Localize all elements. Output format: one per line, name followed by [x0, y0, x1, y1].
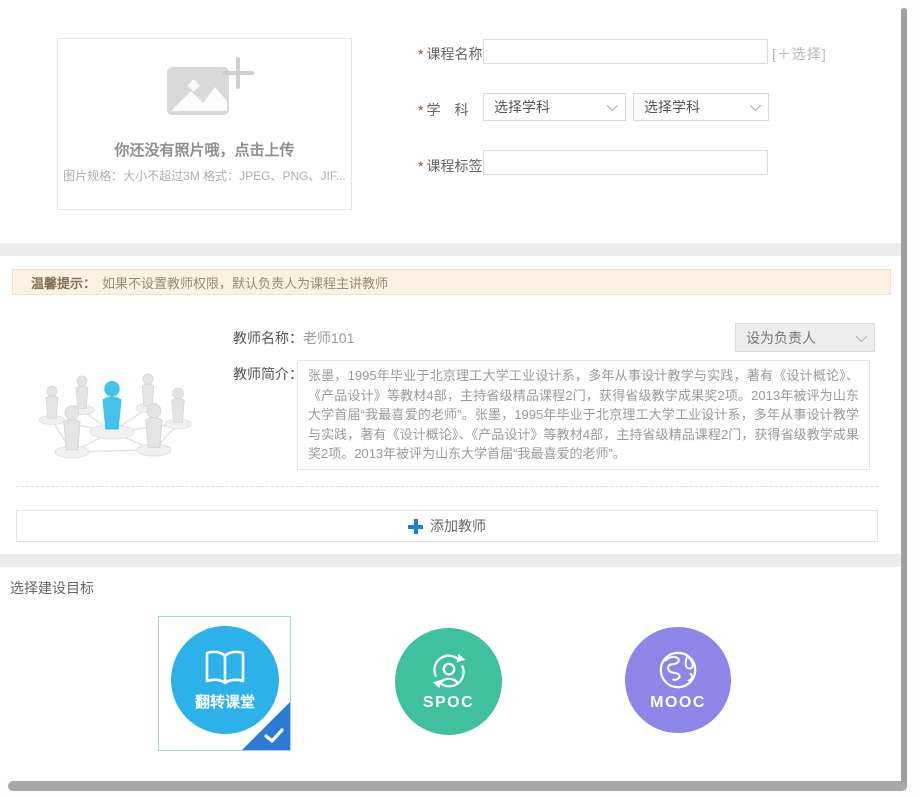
tip-bar: 温馨提示： 如果不设置教师权限，默认负责人为课程主讲教师: [12, 269, 891, 295]
add-teacher-button[interactable]: 添加教师: [16, 510, 878, 542]
check-icon: [263, 727, 285, 745]
scrollbar-vertical[interactable]: [901, 8, 907, 788]
subject-select-1[interactable]: 选择学科: [483, 93, 626, 121]
required-mark: *: [418, 158, 423, 174]
teacher-name-value: 老师101: [303, 330, 354, 346]
goal-label: SPOC: [423, 694, 474, 712]
upload-hint-title: 你还没有照片哦，点击上传: [114, 139, 294, 160]
plus-icon: [408, 519, 423, 534]
subject-select-2[interactable]: 选择学科: [633, 93, 769, 121]
required-mark: *: [418, 46, 423, 62]
chevron-down-icon: [607, 100, 618, 111]
page-content: 你还没有照片哦，点击上传 图片规格：大小不超过3M 格式：JPEG、PNG、JI…: [0, 0, 901, 782]
course-tag-label: *课程标签: [418, 156, 482, 176]
course-name-select-link[interactable]: [＋选择]: [772, 44, 827, 64]
subject-select-1-value: 选择学科: [494, 97, 550, 117]
section-divider: [0, 554, 901, 567]
teacher-network-image: [30, 336, 195, 466]
teacher-name-row: 教师名称：老师101: [233, 328, 354, 348]
open-book-icon: [200, 648, 250, 688]
dashed-divider: [16, 486, 878, 487]
image-placeholder-icon: [145, 53, 265, 131]
add-teacher-label: 添加教师: [430, 516, 486, 536]
subject-select-2-value: 选择学科: [644, 97, 700, 117]
window-bottom-edge: [8, 781, 907, 791]
upload-spec-text: 图片规格：大小不超过3M 格式：JPEG、PNG、JIF...: [63, 167, 346, 184]
subject-label: *学 科: [418, 100, 468, 120]
required-mark: *: [418, 102, 423, 118]
teacher-bio-textarea[interactable]: 张墨，1995年毕业于北京理工大学工业设计系，多年从事设计教学与实践，著有《设计…: [297, 360, 870, 470]
goal-option-spoc[interactable]: SPOC: [395, 628, 502, 735]
chevron-down-icon: [856, 330, 867, 341]
goal-option-mooc[interactable]: MOOC: [625, 627, 731, 733]
teacher-role-select[interactable]: 设为负责人: [735, 323, 875, 352]
goal-option-flipped-classroom[interactable]: 翻转课堂: [158, 616, 291, 751]
section-divider: [0, 243, 901, 256]
goal-label: MOOC: [650, 694, 706, 712]
course-tag-input[interactable]: [483, 150, 768, 175]
goal-label: 翻转课堂: [195, 691, 255, 712]
goals-section-title: 选择建设目标: [10, 578, 94, 598]
tip-label: 温馨提示：: [31, 273, 96, 292]
cover-upload-box[interactable]: 你还没有照片哦，点击上传 图片规格：大小不超过3M 格式：JPEG、PNG、JI…: [57, 38, 352, 210]
tip-text: 如果不设置教师权限，默认负责人为课程主讲教师: [102, 273, 388, 292]
spoc-sync-user-icon: [426, 651, 472, 691]
globe-icon: [656, 649, 700, 691]
course-edit-page: 你还没有照片哦，点击上传 图片规格：大小不超过3M 格式：JPEG、PNG、JI…: [0, 0, 920, 798]
flipped-classroom-circle[interactable]: 翻转课堂: [171, 626, 279, 734]
teacher-name-label: 教师名称：: [233, 330, 303, 346]
teacher-bio-label: 教师简介：: [233, 364, 303, 384]
course-name-input[interactable]: [483, 39, 768, 64]
teacher-role-select-value: 设为负责人: [746, 328, 816, 348]
course-name-label: *课程名称: [418, 44, 482, 64]
chevron-down-icon: [750, 100, 761, 111]
